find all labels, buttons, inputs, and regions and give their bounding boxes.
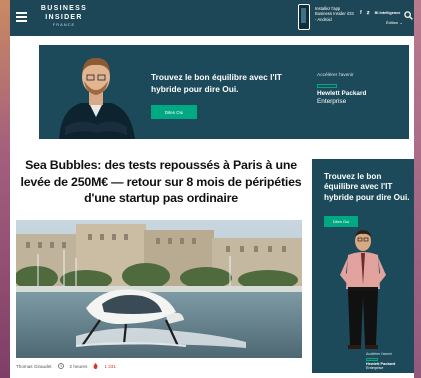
page: BUSINESS INSIDER FRANCE Installez l'app … — [10, 0, 414, 378]
fire-icon — [93, 363, 98, 369]
ad-headline: Trouvez le bon équilibre avec l'IT hybri… — [151, 72, 282, 95]
bi-intelligence-link[interactable]: BI Intelligence — [375, 11, 401, 15]
view-count: 1 231 — [104, 363, 116, 369]
ad-banner-top[interactable]: Trouvez le bon équilibre avec l'IT hybri… — [39, 45, 409, 139]
clock-icon — [57, 363, 64, 369]
logo-line-2: INSIDER — [45, 14, 83, 21]
article-byline: Thomas Giraudet 2 heures 1 231 — [16, 363, 116, 369]
twitter-icon[interactable]: 𝕫 — [367, 10, 370, 16]
site-logo[interactable]: BUSINESS INSIDER FRANCE — [36, 5, 92, 27]
sea-bubble-photo[interactable] — [16, 220, 302, 358]
search-icon[interactable] — [404, 11, 413, 20]
ad-skyscraper[interactable]: Trouvez le bon équilibre avec l'IT hybri… — [312, 159, 414, 373]
logo-line-3: FRANCE — [52, 22, 76, 27]
ad-caption: Accélérer l'avenir — [317, 73, 354, 78]
hpe-logo: Hewlett Packard Enterprise — [317, 84, 387, 105]
side-hpe-element-icon — [366, 358, 378, 361]
ad-cta-button[interactable]: Dites Oui — [151, 105, 197, 119]
hpe-brand-line-2: Enterprise — [317, 97, 347, 105]
publish-time: 2 heures — [69, 363, 88, 369]
side-hpe-logo: Hewlett Packard Enterprise — [366, 358, 414, 371]
side-ad-man-figure — [340, 230, 386, 349]
side-ad-cta-button[interactable]: Dites Oui — [324, 216, 358, 227]
phone-icon[interactable] — [298, 4, 310, 30]
side-ad-caption: Accélérer l'avenir — [366, 352, 392, 356]
facebook-icon[interactable]: f — [360, 10, 362, 16]
ad-man-portrait — [59, 57, 135, 139]
hpe-element-icon — [317, 84, 337, 88]
side-ad-headline: Trouvez le bon équilibre avec l'IT hybri… — [324, 172, 410, 202]
hamburger-menu-icon[interactable] — [16, 12, 27, 22]
edition-dropdown[interactable]: Édition ⌄ — [386, 20, 403, 25]
side-hpe-brand-line-2: Enterprise — [366, 366, 384, 371]
article-headline[interactable]: Sea Bubbles: des tests repoussés à Paris… — [16, 157, 306, 207]
top-nav-bar: BUSINESS INSIDER FRANCE Installez l'app … — [10, 0, 414, 36]
logo-line-1: BUSINESS — [40, 5, 88, 12]
hpe-brand-line-1: Hewlett Packard — [317, 90, 367, 97]
social-links: f 𝕫 BI Intelligence — [360, 10, 400, 16]
background-left — [0, 0, 10, 378]
background-right — [414, 0, 421, 378]
author-name[interactable]: Thomas Giraudet — [16, 364, 52, 369]
app-promo-link[interactable]: Installez l'app Business Insider iOS - A… — [315, 6, 355, 22]
